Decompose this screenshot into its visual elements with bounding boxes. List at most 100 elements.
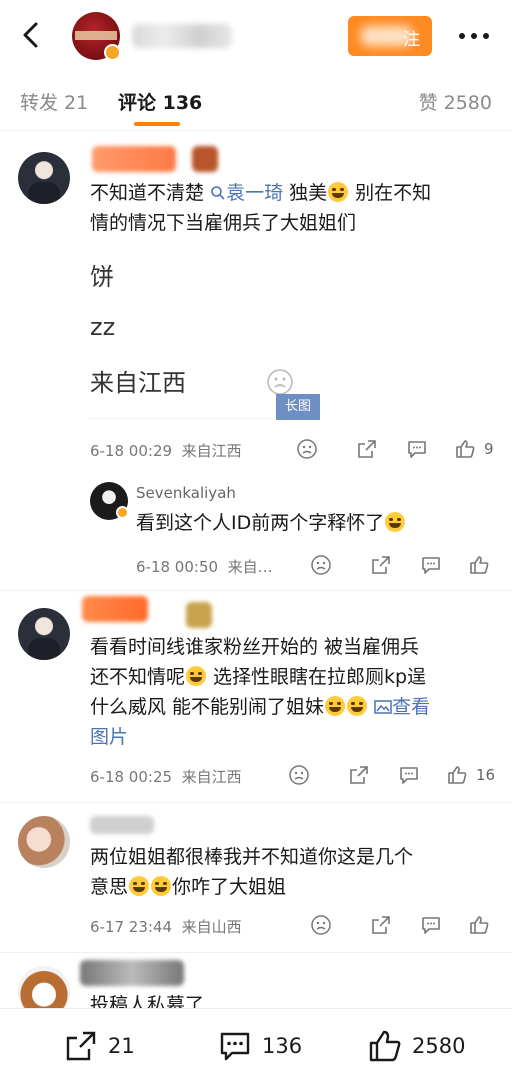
comment-meta: 6-18 00:29 来自江西 (90, 440, 242, 461)
comment-text: 你咋了大姐姐 (172, 876, 287, 898)
laughing-emoji-icon (347, 696, 368, 716)
long-image-tag: 长图 (276, 394, 320, 420)
like-count-total: 2580 (412, 1034, 466, 1058)
reply-location: 来自… (227, 558, 273, 576)
laughing-emoji-icon (328, 182, 349, 202)
comment-text: 独美 (283, 182, 328, 204)
like-icon[interactable] (446, 764, 468, 786)
comment-time: 6-18 00:29 (90, 442, 173, 460)
divider (0, 952, 512, 953)
comment-icon[interactable] (398, 764, 420, 786)
reply-username[interactable]: Sevenkaliyah (136, 484, 236, 502)
bottom-action-bar: 21 136 2580 (0, 1008, 512, 1081)
dislike-icon[interactable] (310, 554, 332, 576)
more-options-icon[interactable] (456, 26, 492, 46)
share-icon[interactable] (370, 914, 392, 936)
dislike-icon[interactable] (310, 914, 332, 936)
commenter-name-blurred[interactable] (90, 816, 154, 834)
divider (0, 802, 512, 803)
verified-badge-icon (116, 506, 129, 519)
commenter-avatar[interactable] (18, 816, 70, 868)
reply-text-content: 看到这个人ID前两个字释怀了 (136, 512, 385, 534)
share-icon[interactable] (356, 438, 378, 460)
commenter-badge-blurred (186, 602, 212, 628)
repost-button[interactable]: 21 (64, 1029, 144, 1063)
follow-button[interactable]: 注 (348, 16, 432, 56)
comment-text: 还不知情呢 (90, 666, 186, 688)
like-icon[interactable] (468, 914, 490, 936)
commenter-badge-blurred (192, 146, 218, 172)
comment-meta: 6-17 23:44 来自山西 (90, 916, 242, 937)
tab-comments[interactable]: 评论 136 (118, 88, 202, 115)
commenter-avatar[interactable] (18, 152, 70, 204)
view-image-link-cont[interactable]: 图片 (90, 722, 128, 752)
tab-repost[interactable]: 转发 21 (20, 88, 88, 115)
image-text: zz (90, 313, 116, 341)
active-tab-indicator (134, 122, 180, 126)
like-icon[interactable] (468, 554, 490, 576)
comment-icon[interactable] (406, 438, 428, 460)
back-icon[interactable] (14, 18, 48, 52)
author-name-blurred[interactable] (132, 24, 232, 48)
repost-icon (66, 1031, 96, 1061)
like-icon (369, 1030, 401, 1062)
dislike-icon[interactable] (288, 764, 310, 786)
top-bar: 注 (0, 0, 512, 70)
share-icon[interactable] (370, 554, 392, 576)
search-icon (211, 186, 225, 200)
share-icon[interactable] (348, 764, 370, 786)
like-count: 9 (484, 440, 494, 458)
comment-text-line: 情的情况下当雇佣兵了大姐姐们 (90, 212, 357, 234)
laughing-emoji-icon (129, 876, 150, 896)
topic-link[interactable]: 袁一琦 (210, 182, 283, 204)
comment-text-line: 两位姐姐都很棒我并不知道你这是几个 (90, 846, 414, 868)
comment-text: 选择性眼瞎在拉郎厕kp逞 (207, 666, 427, 688)
like-icon[interactable] (454, 438, 476, 460)
verified-badge-icon (104, 44, 121, 61)
commenter-name-blurred[interactable] (92, 146, 176, 172)
comment-icon (220, 1032, 250, 1061)
image-icon (374, 700, 392, 714)
comment-text-line: 看看时间线谁家粉丝开始的 被当雇佣兵 (90, 636, 420, 658)
comment-text: 什么威风 能不能别闹了姐妹 (90, 696, 325, 718)
comment-button[interactable]: 136 (218, 1029, 308, 1063)
reply-time: 6-18 00:50 (136, 558, 219, 576)
commenter-name-blurred[interactable] (82, 596, 148, 622)
comment-text-line: 什么威风 能不能别闹了姐妹 查看 (90, 692, 430, 722)
commenter-name-blurred[interactable] (80, 960, 184, 986)
tab-bar: 转发 21 评论 136 赞 2580 (0, 72, 512, 131)
comment-location: 来自山西 (181, 918, 242, 936)
comment-icon[interactable] (420, 554, 442, 576)
comment-text-line: 还不知情呢 选择性眼瞎在拉郎厕kp逞 (90, 662, 426, 692)
commenter-avatar[interactable] (18, 608, 70, 660)
view-image-label: 查看 (392, 696, 431, 718)
topic-link-label: 袁一琦 (226, 182, 284, 204)
comment-meta: 6-18 00:25 来自江西 (90, 766, 242, 787)
image-text: 饼 (90, 263, 114, 291)
laughing-emoji-icon (325, 696, 346, 716)
like-button[interactable]: 2580 (368, 1029, 478, 1063)
repost-count: 21 (108, 1034, 135, 1058)
reply-text: 看到这个人ID前两个字释怀了 (136, 508, 406, 538)
reply-meta: 6-18 00:50 来自… (136, 556, 273, 577)
comment-location: 来自江西 (181, 768, 242, 786)
comment-text-line: 不知道不清楚 袁一琦 独美 别在不知 (90, 178, 431, 208)
comment-text-line: 意思 你咋了大姐姐 (90, 872, 286, 902)
view-image-link[interactable]: 查看 (374, 696, 430, 718)
like-count: 16 (476, 766, 496, 784)
laughing-emoji-icon (186, 666, 207, 686)
comment-location: 来自江西 (181, 442, 242, 460)
sad-face-icon (266, 368, 294, 396)
comment-time: 6-18 00:25 (90, 768, 173, 786)
comment-time: 6-17 23:44 (90, 918, 173, 936)
divider (0, 590, 512, 591)
comment-text: 意思 (90, 876, 129, 898)
comment-text: 不知道不清楚 (90, 182, 205, 204)
tab-likes[interactable]: 赞 2580 (419, 88, 492, 115)
follow-button-label: 注 (403, 30, 420, 50)
comment-text: 别在不知 (349, 182, 432, 204)
comment-icon[interactable] (420, 914, 442, 936)
dislike-icon[interactable] (296, 438, 318, 460)
laughing-emoji-icon (151, 876, 172, 896)
laughing-emoji-icon (385, 512, 406, 532)
